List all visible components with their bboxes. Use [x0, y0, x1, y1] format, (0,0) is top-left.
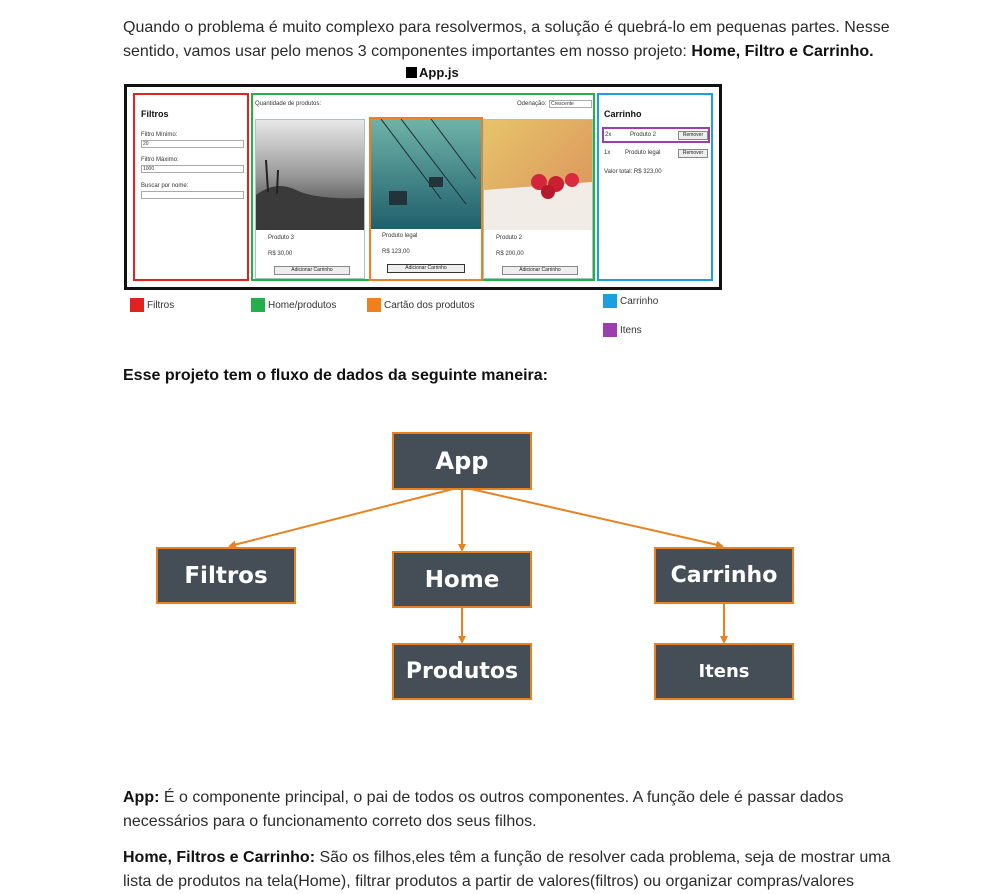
children-paragraph: Home, Filtros e Carrinho: São os filhos,… — [123, 846, 923, 894]
node-filtros: Filtros — [156, 547, 296, 604]
arrow-app-filtros — [228, 488, 454, 549]
children-bold: Home, Filtros e Carrinho: — [123, 849, 316, 866]
arrow-app-carrinho — [470, 488, 724, 549]
app-bold: App: — [123, 789, 160, 806]
node-carrinho: Carrinho — [654, 547, 794, 604]
app-text: É o componente principal, o pai de todos… — [123, 789, 844, 830]
app-paragraph: App: É o componente principal, o pai de … — [123, 786, 923, 834]
node-home: Home — [392, 551, 532, 608]
node-produtos: Produtos — [392, 643, 532, 700]
node-itens: Itens — [654, 643, 794, 700]
node-app: App — [392, 432, 532, 490]
